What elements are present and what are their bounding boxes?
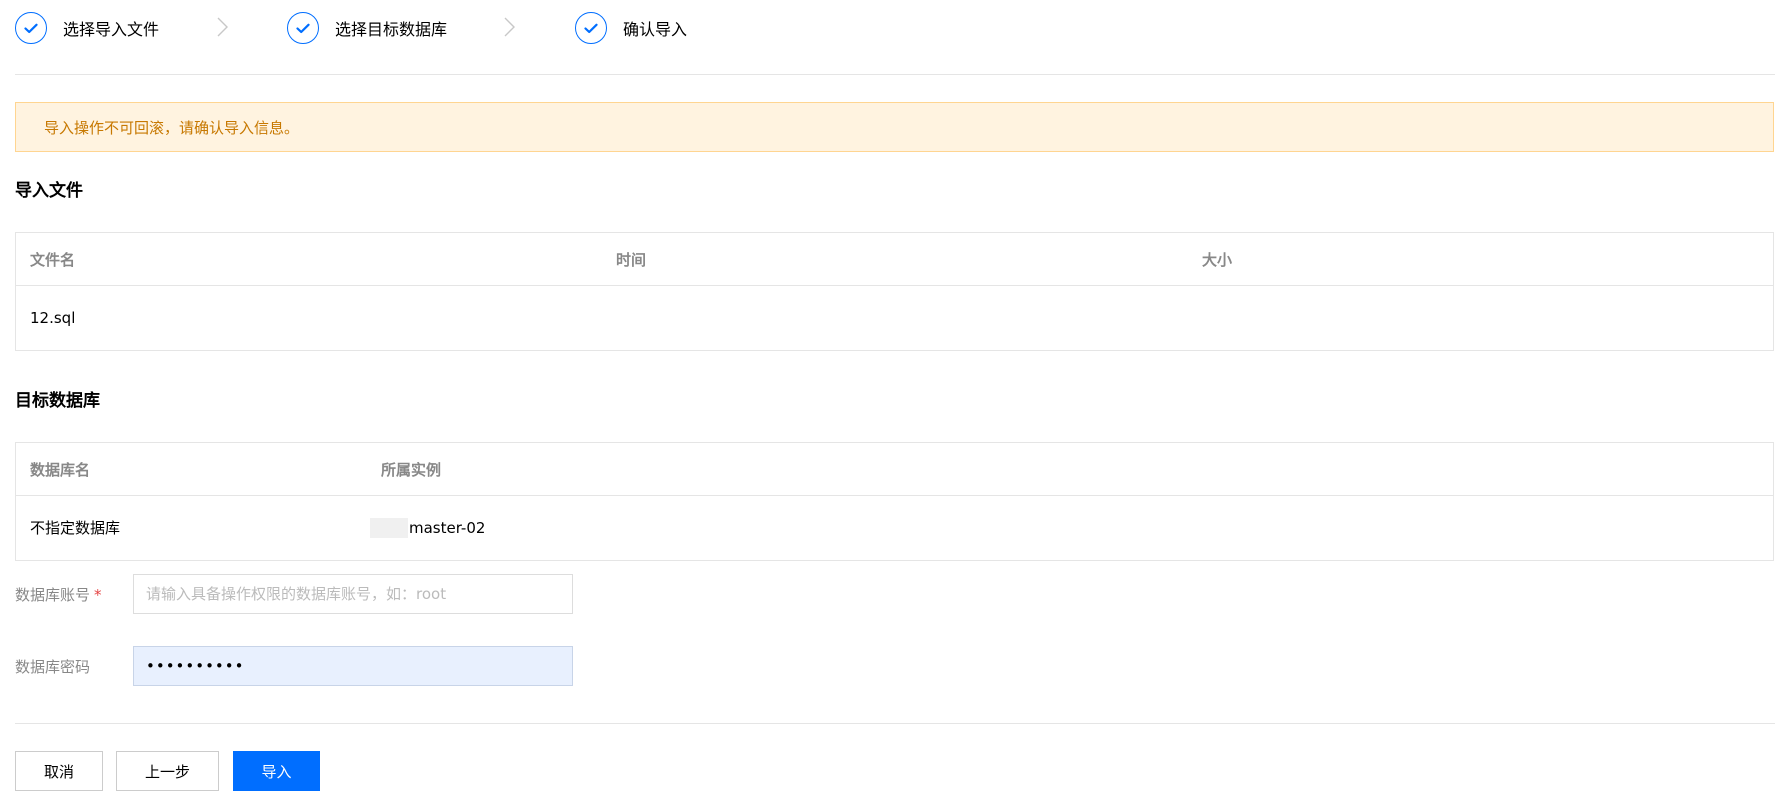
table-row: 不指定数据库 master-02 <box>16 496 1773 559</box>
db-account-label: 数据库账号 * <box>15 584 102 605</box>
column-header-db-name: 数据库名 <box>30 460 91 479</box>
steps-bar: 选择导入文件 选择目标数据库 确认导入 <box>0 0 1782 56</box>
db-password-label-text: 数据库密码 <box>15 658 91 676</box>
db-password-input[interactable] <box>133 646 573 686</box>
db-account-input[interactable] <box>133 574 573 614</box>
step-select-target-db[interactable]: 选择目标数据库 <box>287 11 447 45</box>
step-label: 确认导入 <box>623 20 688 39</box>
step-label: 选择导入文件 <box>63 20 160 39</box>
chevron-right-icon <box>504 17 515 37</box>
check-icon <box>287 12 319 44</box>
target-db-table: 数据库名 所属实例 不指定数据库 master-02 <box>15 442 1774 561</box>
import-file-table: 文件名 时间 大小 12.sql <box>15 232 1774 351</box>
column-header-instance: 所属实例 <box>381 460 442 479</box>
check-icon <box>575 12 607 44</box>
step-select-file[interactable]: 选择导入文件 <box>15 11 159 45</box>
chevron-right-icon <box>217 17 228 37</box>
import-confirm-page: 选择导入文件 选择目标数据库 确认导入 导入操作不可回滚，请确认导入信息。 导入… <box>0 0 1782 800</box>
column-header-time: 时间 <box>616 250 647 269</box>
table-row: 12.sql <box>16 286 1773 349</box>
prev-step-button[interactable]: 上一步 <box>116 751 219 791</box>
instance-name: master-02 <box>409 518 486 537</box>
column-header-size: 大小 <box>1202 250 1233 269</box>
alert-text: 导入操作不可回滚，请确认导入信息。 <box>44 118 300 137</box>
table-header: 数据库名 所属实例 <box>16 443 1773 496</box>
warning-alert: 导入操作不可回滚，请确认导入信息。 <box>15 102 1774 152</box>
step-label: 选择目标数据库 <box>335 20 448 39</box>
db-account-label-text: 数据库账号 <box>15 586 91 604</box>
divider <box>15 723 1775 724</box>
import-file-title: 导入文件 <box>15 181 83 201</box>
required-mark: * <box>94 586 102 604</box>
divider <box>15 74 1775 75</box>
db-name-cell: 不指定数据库 <box>30 519 121 537</box>
masked-instance-id <box>370 517 408 538</box>
db-password-label: 数据库密码 <box>15 656 90 677</box>
step-confirm-import[interactable]: 确认导入 <box>575 11 687 45</box>
file-name-cell: 12.sql <box>30 308 76 327</box>
check-icon <box>15 12 47 44</box>
table-header: 文件名 时间 大小 <box>16 233 1773 286</box>
target-db-title: 目标数据库 <box>15 391 100 411</box>
column-header-filename: 文件名 <box>30 250 76 269</box>
import-button[interactable]: 导入 <box>233 751 320 791</box>
instance-cell: master-02 <box>370 496 485 559</box>
cancel-button[interactable]: 取消 <box>15 751 103 791</box>
